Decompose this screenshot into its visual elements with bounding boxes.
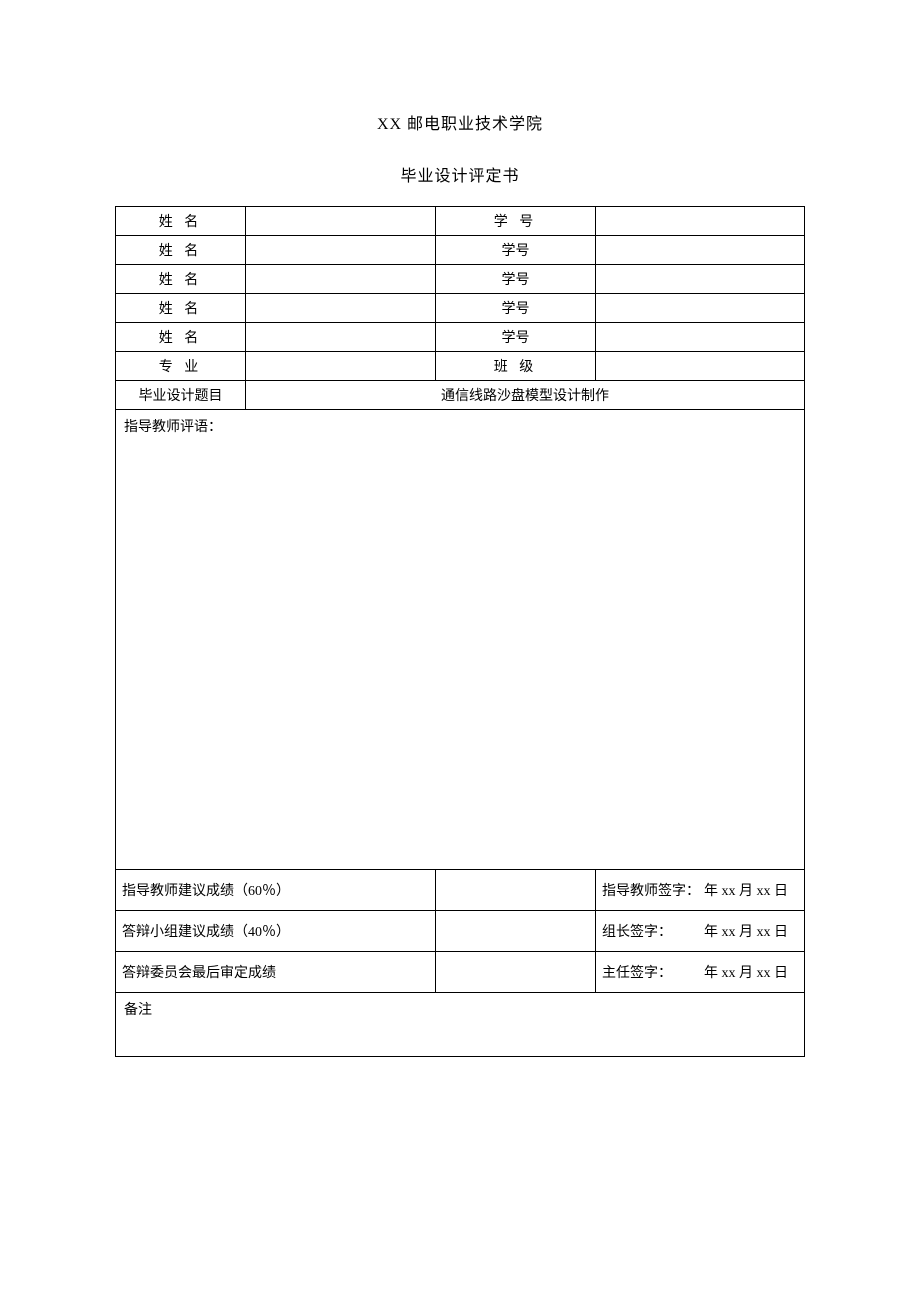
score-row: 答辩委员会最后审定成绩 主任签字： 年 xx 月 xx 日: [116, 952, 805, 993]
defense-score-value: [436, 911, 596, 952]
defense-score-label: 答辩小组建议成绩（40％）: [116, 911, 436, 952]
score-row: 指导教师建议成绩（60％） 指导教师签字： 年 xx 月 xx 日: [116, 870, 805, 911]
table-row: 姓 名 学号: [116, 236, 805, 265]
id-label: 学号: [436, 236, 596, 265]
id-value: [596, 323, 805, 352]
id-label: 学号: [436, 323, 596, 352]
advisor-score-value: [436, 870, 596, 911]
advisor-sign-label: 指导教师签字：: [602, 880, 700, 900]
remark-cell: 备注: [116, 993, 805, 1057]
leader-sign-cell: 组长签字： 年 xx 月 xx 日: [596, 911, 805, 952]
institution-name: XX 邮电职业技术学院: [115, 110, 805, 134]
major-label: 专 业: [116, 352, 246, 381]
leader-sign-label: 组长签字：: [602, 921, 672, 941]
name-label: 姓 名: [116, 236, 246, 265]
name-value: [246, 323, 436, 352]
topic-row: 毕业设计题目 通信线路沙盘模型设计制作: [116, 381, 805, 410]
comments-row: 指导教师评语：: [116, 410, 805, 870]
remark-label: 备注: [124, 1003, 152, 1018]
major-value: [246, 352, 436, 381]
advisor-sign-date: 年 xx 月 xx 日: [704, 880, 798, 900]
final-score-value: [436, 952, 596, 993]
document-title: 毕业设计评定书: [115, 162, 805, 186]
id-value: [596, 236, 805, 265]
name-value: [246, 265, 436, 294]
director-sign-date: 年 xx 月 xx 日: [704, 962, 798, 982]
remark-row: 备注: [116, 993, 805, 1057]
score-row: 答辩小组建议成绩（40％） 组长签字： 年 xx 月 xx 日: [116, 911, 805, 952]
final-score-label: 答辩委员会最后审定成绩: [116, 952, 436, 993]
director-sign-label: 主任签字：: [602, 962, 672, 982]
comments-cell: 指导教师评语：: [116, 410, 805, 870]
id-value: [596, 265, 805, 294]
class-value: [596, 352, 805, 381]
name-value: [246, 207, 436, 236]
name-label: 姓 名: [116, 294, 246, 323]
evaluation-table: 姓 名 学 号 姓 名 学号 姓 名 学号 姓 名 学号 姓 名 学号 专 业 …: [115, 206, 805, 1057]
comments-label: 指导教师评语：: [124, 420, 222, 435]
table-row: 姓 名 学号: [116, 265, 805, 294]
advisor-score-label: 指导教师建议成绩（60％）: [116, 870, 436, 911]
id-label: 学号: [436, 294, 596, 323]
id-label: 学号: [436, 265, 596, 294]
topic-label: 毕业设计题目: [116, 381, 246, 410]
id-label: 学 号: [436, 207, 596, 236]
topic-value: 通信线路沙盘模型设计制作: [246, 381, 805, 410]
class-label: 班 级: [436, 352, 596, 381]
director-sign-cell: 主任签字： 年 xx 月 xx 日: [596, 952, 805, 993]
table-row: 姓 名 学 号: [116, 207, 805, 236]
name-label: 姓 名: [116, 323, 246, 352]
name-label: 姓 名: [116, 265, 246, 294]
id-value: [596, 294, 805, 323]
name-label: 姓 名: [116, 207, 246, 236]
table-row: 姓 名 学号: [116, 323, 805, 352]
advisor-sign-cell: 指导教师签字： 年 xx 月 xx 日: [596, 870, 805, 911]
name-value: [246, 236, 436, 265]
table-row: 姓 名 学号: [116, 294, 805, 323]
table-row: 专 业 班 级: [116, 352, 805, 381]
leader-sign-date: 年 xx 月 xx 日: [704, 921, 798, 941]
id-value: [596, 207, 805, 236]
name-value: [246, 294, 436, 323]
